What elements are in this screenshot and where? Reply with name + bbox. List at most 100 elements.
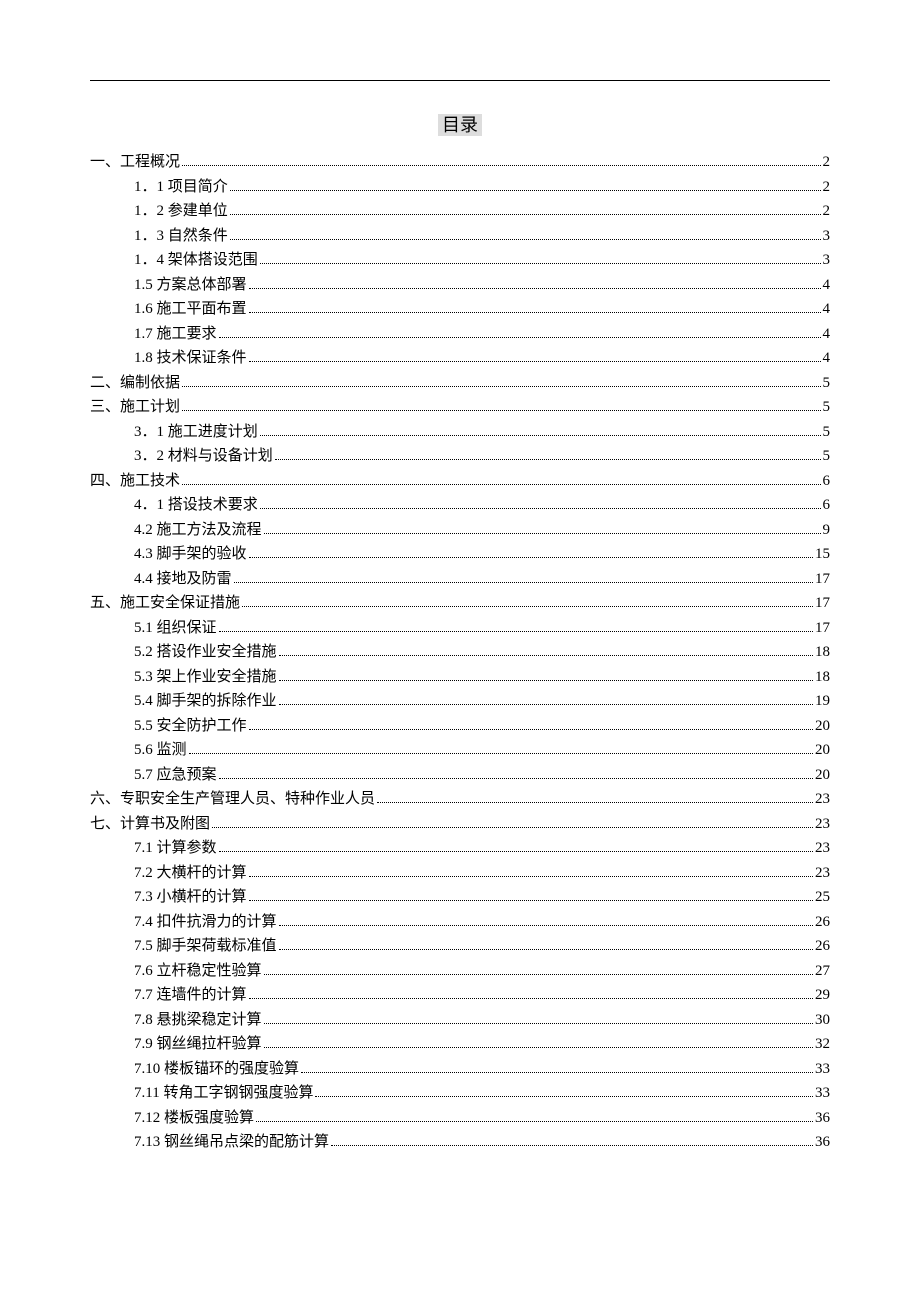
toc-entry-label: 7.2 大横杆的计算 [134, 866, 247, 881]
toc-entry-label: 7.11 转角工字钢钢强度验算 [134, 1086, 313, 1101]
toc-leader-dots [212, 827, 813, 828]
toc-entry[interactable]: 三、施工计划5 [90, 400, 830, 415]
toc-entry[interactable]: 4．1 搭设技术要求 6 [90, 498, 830, 513]
toc-entry[interactable]: 7.9 钢丝绳拉杆验算32 [90, 1037, 830, 1052]
toc-leader-dots [279, 949, 813, 950]
toc-leader-dots [249, 900, 813, 901]
toc-leader-dots [256, 1121, 813, 1122]
toc-entry[interactable]: 7.3 小横杆的计算25 [90, 890, 830, 905]
toc-entry-label: 三、施工计划 [90, 400, 180, 415]
toc-entry-page: 6 [823, 498, 831, 513]
toc-leader-dots [234, 582, 813, 583]
toc-entry-label: 7.4 扣件抗滑力的计算 [134, 915, 277, 930]
toc-entry[interactable]: 1.8 技术保证条件4 [90, 351, 830, 366]
toc-entry-label: 1.5 方案总体部署 [134, 278, 247, 293]
toc-entry[interactable]: 1.5 方案总体部署 4 [90, 278, 830, 293]
toc-entry[interactable]: 4.3 脚手架的验收15 [90, 547, 830, 562]
toc-leader-dots [249, 288, 821, 289]
toc-entry[interactable]: 7.6 立杆稳定性验算27 [90, 964, 830, 979]
toc-entry-page: 5 [823, 449, 831, 464]
toc-entry[interactable]: 7.10 楼板锚环的强度验算33 [90, 1062, 830, 1077]
toc-entry[interactable]: 4.4 接地及防雷17 [90, 572, 830, 587]
toc-entry[interactable]: 5.2 搭设作业安全措施18 [90, 645, 830, 660]
toc-entry-label: 7.7 连墙件的计算 [134, 988, 247, 1003]
toc-entry[interactable]: 1．4 架体搭设范围3 [90, 253, 830, 268]
toc-entry[interactable]: 一、工程概况2 [90, 155, 830, 170]
toc-leader-dots [219, 631, 813, 632]
toc-leader-dots [182, 386, 820, 387]
toc-entry[interactable]: 3．2 材料与设备计划5 [90, 449, 830, 464]
toc-entry[interactable]: 四、施工技术6 [90, 474, 830, 489]
toc-entry-label: 4．1 搭设技术要求 [134, 498, 258, 513]
toc-entry[interactable]: 7.11 转角工字钢钢强度验算33 [90, 1086, 830, 1101]
toc-entry[interactable]: 7.13 钢丝绳吊点梁的配筋计算36 [90, 1135, 830, 1150]
toc-leader-dots [264, 1047, 813, 1048]
toc-entry[interactable]: 7.2 大横杆的计算 23 [90, 866, 830, 881]
toc-entry-label: 1．3 自然条件 [134, 229, 228, 244]
toc-leader-dots [249, 998, 813, 999]
toc-leader-dots [260, 508, 821, 509]
toc-entry-page: 4 [823, 327, 831, 342]
toc-entry-label: 1．1 项目简介 [134, 180, 228, 195]
toc-entry[interactable]: 1.7 施工要求 4 [90, 327, 830, 342]
toc-entry-label: 1．2 参建单位 [134, 204, 228, 219]
toc-entry-label: 5.2 搭设作业安全措施 [134, 645, 277, 660]
toc-entry-page: 33 [815, 1062, 830, 1077]
toc-entry[interactable]: 3．1 施工进度计划5 [90, 425, 830, 440]
toc-entry-page: 20 [815, 719, 830, 734]
toc-entry[interactable]: 4.2 施工方法及流程9 [90, 523, 830, 538]
toc-entry-page: 20 [815, 743, 830, 758]
toc-entry[interactable]: 五、施工安全保证措施17 [90, 596, 830, 611]
toc-entry-label: 一、工程概况 [90, 155, 180, 170]
toc-entry[interactable]: 1.6 施工平面布置4 [90, 302, 830, 317]
toc-entry[interactable]: 7.8 悬挑梁稳定计算30 [90, 1013, 830, 1028]
toc-entry[interactable]: 1．1 项目简介2 [90, 180, 830, 195]
toc-entry[interactable]: 1．2 参建单位 2 [90, 204, 830, 219]
toc-leader-dots [279, 704, 813, 705]
toc-entry[interactable]: 7.1 计算参数23 [90, 841, 830, 856]
toc-leader-dots [315, 1096, 813, 1097]
toc-entry[interactable]: 七、计算书及附图23 [90, 817, 830, 832]
toc-leader-dots [377, 802, 813, 803]
toc-entry[interactable]: 5.4 脚手架的拆除作业 19 [90, 694, 830, 709]
toc-entry-page: 5 [823, 376, 831, 391]
toc-entry[interactable]: 7.7 连墙件的计算 29 [90, 988, 830, 1003]
toc-entry-page: 17 [815, 596, 830, 611]
toc-entry-page: 3 [823, 229, 831, 244]
toc-leader-dots [219, 778, 813, 779]
toc-entry[interactable]: 5.5 安全防护工作20 [90, 719, 830, 734]
toc-entry-page: 32 [815, 1037, 830, 1052]
toc-leader-dots [301, 1072, 813, 1073]
toc-entry-label: 5.6 监测 [134, 743, 187, 758]
toc-leader-dots [264, 533, 821, 534]
toc-leader-dots [230, 190, 821, 191]
toc-entry[interactable]: 1．3 自然条件 3 [90, 229, 830, 244]
toc-leader-dots [189, 753, 813, 754]
toc-entry-page: 23 [815, 866, 830, 881]
toc-leader-dots [249, 557, 813, 558]
toc-entry[interactable]: 5.1 组织保证17 [90, 621, 830, 636]
toc-entry-page: 29 [815, 988, 830, 1003]
toc-entry-page: 4 [823, 302, 831, 317]
toc-entry[interactable]: 5.3 架上作业安全措施18 [90, 670, 830, 685]
toc-entry-label: 1．4 架体搭设范围 [134, 253, 258, 268]
toc-entry[interactable]: 二、编制依据5 [90, 376, 830, 391]
toc-entry-label: 5.4 脚手架的拆除作业 [134, 694, 277, 709]
toc-entry[interactable]: 7.4 扣件抗滑力的计算26 [90, 915, 830, 930]
toc-leader-dots [279, 925, 813, 926]
toc-entry-page: 9 [823, 523, 831, 538]
toc-entry-label: 1.8 技术保证条件 [134, 351, 247, 366]
toc-entry-label: 7.13 钢丝绳吊点梁的配筋计算 [134, 1135, 329, 1150]
toc-entry[interactable]: 5.6 监测 20 [90, 743, 830, 758]
toc-entry-label: 7.5 脚手架荷载标准值 [134, 939, 277, 954]
toc-entry-page: 4 [823, 278, 831, 293]
toc-entry[interactable]: 5.7 应急预案20 [90, 768, 830, 783]
toc-entry-label: 1.7 施工要求 [134, 327, 217, 342]
toc-entry[interactable]: 六、专职安全生产管理人员、特种作业人员23 [90, 792, 830, 807]
toc-entry[interactable]: 7.5 脚手架荷载标准值26 [90, 939, 830, 954]
toc-entry-page: 2 [823, 204, 831, 219]
toc-leader-dots [275, 459, 821, 460]
toc-entry[interactable]: 7.12 楼板强度验算36 [90, 1111, 830, 1126]
toc-entry-page: 19 [815, 694, 830, 709]
toc-leader-dots [230, 214, 821, 215]
